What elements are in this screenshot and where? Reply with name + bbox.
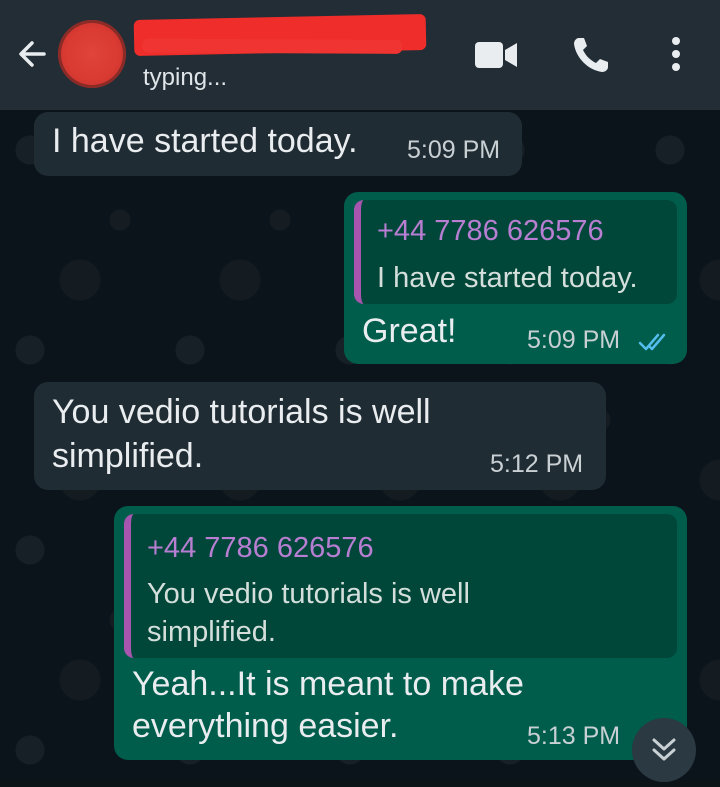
quoted-sender: +44 7786 626576 <box>147 532 374 564</box>
message-time: 5:12 PM <box>490 450 584 478</box>
outgoing-message[interactable]: +44 7786 626576 You vedio tutorials is w… <box>114 506 687 760</box>
message-text: Great! <box>362 312 457 350</box>
incoming-message[interactable]: I have started today. 5:09 PM <box>34 112 522 176</box>
phone-icon[interactable] <box>570 34 612 76</box>
quoted-sender: +44 7786 626576 <box>377 215 604 247</box>
contact-avatar[interactable] <box>58 20 126 88</box>
incoming-message[interactable]: You vedio tutorials is well simplified. … <box>34 382 606 490</box>
quoted-message[interactable]: +44 7786 626576 You vedio tutorials is w… <box>124 514 677 658</box>
more-vertical-icon[interactable] <box>666 34 686 76</box>
chat-area: I have started today. 5:09 PM +44 7786 6… <box>0 110 720 780</box>
back-arrow-icon[interactable] <box>14 36 50 72</box>
redacted-contact-name[interactable] <box>133 13 427 57</box>
scroll-to-bottom-button[interactable] <box>632 718 696 782</box>
quoted-text-line: simplified. <box>147 616 276 648</box>
video-call-icon[interactable] <box>473 34 519 76</box>
message-time: 5:13 PM <box>527 722 621 750</box>
message-text-line: everything easier. <box>132 707 399 745</box>
quoted-text: I have started today. <box>377 262 638 294</box>
chat-header: typing... <box>0 0 720 110</box>
typing-status: typing... <box>143 64 228 91</box>
message-text-line: Yeah...It is meant to make <box>132 665 524 703</box>
outgoing-message[interactable]: +44 7786 626576 I have started today. Gr… <box>344 192 687 364</box>
quoted-text-line: You vedio tutorials is well <box>147 578 470 610</box>
message-time: 5:09 PM <box>527 326 621 354</box>
message-text-line: simplified. <box>52 437 204 475</box>
double-chevron-down-icon <box>652 738 676 761</box>
message-text: I have started today. <box>52 122 358 160</box>
message-text-line: You vedio tutorials is well <box>52 393 431 431</box>
read-receipt-icon <box>638 333 666 351</box>
message-time: 5:09 PM <box>407 136 501 164</box>
quoted-message[interactable]: +44 7786 626576 I have started today. <box>354 200 677 304</box>
